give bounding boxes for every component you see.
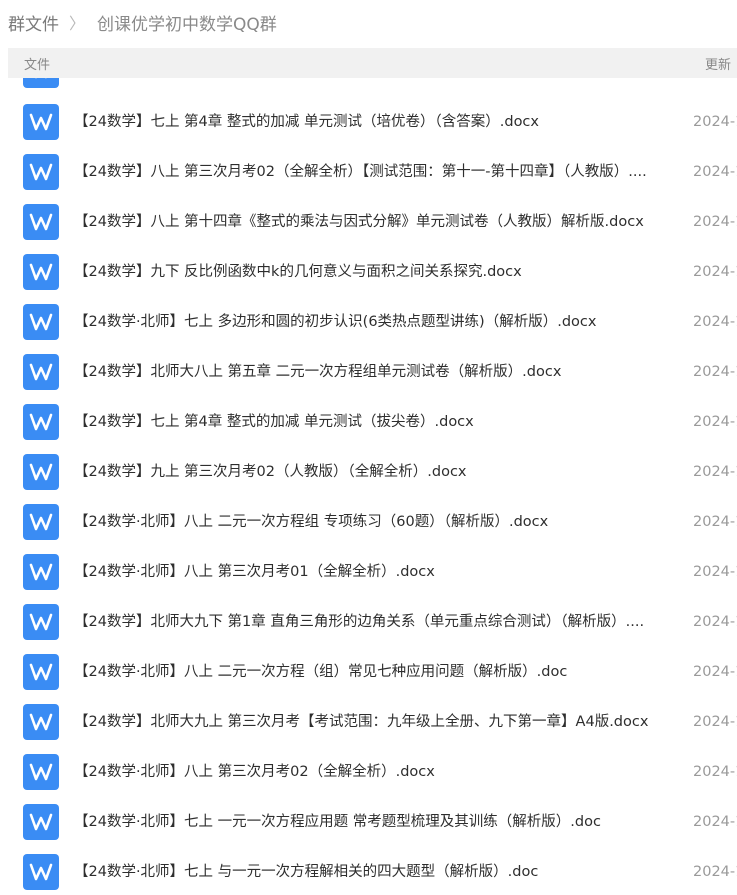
word-document-icon bbox=[23, 754, 59, 790]
word-document-icon bbox=[23, 604, 59, 640]
word-document-icon bbox=[23, 104, 59, 140]
group-files-page: 群文件 〉 创课优学初中数学QQ群 【24数学】七上 第4章 整式的加减 单元测… bbox=[0, 0, 737, 895]
word-document-icon bbox=[23, 304, 59, 340]
file-row[interactable]: 【24数学·北师】七上 一元一次方程应用题 常考题型梳理及其训练（解析版）.do… bbox=[0, 797, 737, 847]
file-name[interactable]: 【24数学·北师】八上 第三次月考01（全解全析）.docx bbox=[74, 562, 674, 582]
file-updated-date: 2024-1 bbox=[693, 214, 737, 230]
file-updated-date: 2024-1 bbox=[693, 464, 737, 480]
file-row[interactable]: 【24数学】七上 第4章 整式的加减 单元测试（拔尖卷）.docx 2024-1 bbox=[0, 397, 737, 447]
file-row[interactable]: 【24数学·北师】八上 二元一次方程（组）常见七种应用问题（解析版）.doc 20… bbox=[0, 647, 737, 697]
file-row[interactable]: 【24数学·北师】七上 与一元一次方程解相关的四大题型（解析版）.doc 2024… bbox=[0, 847, 737, 895]
column-header-file[interactable]: 文件 bbox=[24, 54, 50, 73]
file-name[interactable]: 【24数学】北师大八上 第五章 二元一次方程组单元测试卷（解析版）.docx bbox=[74, 362, 674, 382]
word-document-icon bbox=[23, 804, 59, 840]
word-document-icon bbox=[23, 704, 59, 740]
word-document-icon bbox=[23, 454, 59, 490]
file-name[interactable]: 【24数学】北师大九下 第1章 直角三角形的边角关系（单元重点综合测试）（解析版… bbox=[74, 612, 674, 632]
file-name[interactable]: 【24数学·北师】八上 第三次月考02（全解全析）.docx bbox=[74, 762, 674, 782]
column-header-updated[interactable]: 更新 bbox=[705, 54, 731, 73]
file-updated-date: 2024-1 bbox=[693, 314, 737, 330]
file-updated-date: 2024-1 bbox=[693, 814, 737, 830]
file-updated-date: 2024-1 bbox=[693, 114, 737, 130]
file-updated-date: 2024-1 bbox=[693, 564, 737, 580]
file-updated-date: 2024-1 bbox=[693, 514, 737, 530]
file-updated-date: 2024-1 bbox=[693, 714, 737, 730]
file-updated-date: 2024-1 bbox=[693, 664, 737, 680]
file-row[interactable]: 【24数学】八上 第三次月考02（全解全析）【测试范围：第十一-第十四章】（人教… bbox=[0, 147, 737, 197]
file-row[interactable]: 【24数学·北师】七上 多边形和圆的初步认识(6类热点题型讲练)（解析版）.do… bbox=[0, 297, 737, 347]
word-document-icon bbox=[23, 204, 59, 240]
word-document-icon bbox=[23, 354, 59, 390]
file-name[interactable]: 【24数学】北师大九上 第三次月考【考试范围：九年级上全册、九下第一章】A4版.… bbox=[74, 712, 674, 732]
file-row[interactable]: 【24数学·北师】八上 第三次月考02（全解全析）.docx 2024-1 bbox=[0, 747, 737, 797]
word-document-icon bbox=[23, 154, 59, 190]
file-updated-date: 2024-1 bbox=[693, 364, 737, 380]
file-name[interactable]: 【24数学】七上 第4章 整式的加减 单元测试（拔尖卷）.docx bbox=[74, 412, 674, 432]
word-document-icon bbox=[23, 404, 59, 440]
word-document-icon bbox=[23, 504, 59, 540]
file-updated-date: 2024-1 bbox=[693, 864, 737, 880]
word-document-icon bbox=[23, 654, 59, 690]
file-row[interactable]: 【24数学】九上 第三次月考02（人教版）（全解全析）.docx 2024-1 bbox=[0, 447, 737, 497]
file-row[interactable]: 【24数学·北师】八上 二元一次方程组 专项练习（60题）（解析版）.docx 2… bbox=[0, 497, 737, 547]
file-row[interactable]: 【24数学】北师大九下 第1章 直角三角形的边角关系（单元重点综合测试）（解析版… bbox=[0, 597, 737, 647]
file-name[interactable]: 【24数学·北师】八上 二元一次方程（组）常见七种应用问题（解析版）.doc bbox=[74, 662, 674, 682]
file-updated-date: 2024-1 bbox=[693, 414, 737, 430]
file-name[interactable]: 【24数学·北师】七上 与一元一次方程解相关的四大题型（解析版）.doc bbox=[74, 862, 674, 882]
file-name[interactable]: 【24数学·北师】八上 二元一次方程组 专项练习（60题）（解析版）.docx bbox=[74, 512, 674, 532]
breadcrumb-current: 创课优学初中数学QQ群 bbox=[97, 14, 277, 35]
file-row[interactable]: 【24数学】七上 第4章 整式的加减 单元测试（培优卷）（含答案）.docx 20… bbox=[0, 97, 737, 147]
file-updated-date: 2024-1 bbox=[693, 264, 737, 280]
file-row[interactable]: 【24数学·北师】八上 第三次月考01（全解全析）.docx 2024-1 bbox=[0, 547, 737, 597]
breadcrumb: 群文件 〉 创课优学初中数学QQ群 bbox=[8, 9, 277, 35]
file-name[interactable]: 【24数学】八上 第三次月考02（全解全析）【测试范围：第十一-第十四章】（人教… bbox=[74, 162, 674, 182]
word-document-icon bbox=[23, 254, 59, 290]
file-list[interactable]: 【24数学】七上 第4章 整式的加减 单元测试（培优卷）（含答案）.docx 20… bbox=[0, 70, 737, 895]
breadcrumb-root[interactable]: 群文件 bbox=[8, 10, 59, 35]
file-name[interactable]: 【24数学·北师】七上 多边形和圆的初步认识(6类热点题型讲练)（解析版）.do… bbox=[74, 312, 674, 332]
file-name[interactable]: 【24数学】八上 第十四章《整式的乘法与因式分解》单元测试卷（人教版）解析版.d… bbox=[74, 212, 674, 232]
file-updated-date: 2024-1 bbox=[693, 614, 737, 630]
file-name[interactable]: 【24数学】九上 第三次月考02（人教版）（全解全析）.docx bbox=[74, 462, 674, 482]
file-row[interactable]: 【24数学】北师大九上 第三次月考【考试范围：九年级上全册、九下第一章】A4版.… bbox=[0, 697, 737, 747]
file-updated-date: 2024-1 bbox=[693, 764, 737, 780]
word-document-icon bbox=[23, 854, 59, 890]
word-document-icon bbox=[23, 554, 59, 590]
file-table-header: 文件 更新 bbox=[8, 48, 737, 78]
file-name[interactable]: 【24数学·北师】七上 一元一次方程应用题 常考题型梳理及其训练（解析版）.do… bbox=[74, 812, 674, 832]
file-name[interactable]: 【24数学】七上 第4章 整式的加减 单元测试（培优卷）（含答案）.docx bbox=[74, 112, 674, 132]
file-row[interactable]: 【24数学】九下 反比例函数中k的几何意义与面积之间关系探究.docx 2024-… bbox=[0, 247, 737, 297]
file-row[interactable]: 【24数学】北师大八上 第五章 二元一次方程组单元测试卷（解析版）.docx 20… bbox=[0, 347, 737, 397]
file-row[interactable]: 【24数学】八上 第十四章《整式的乘法与因式分解》单元测试卷（人教版）解析版.d… bbox=[0, 197, 737, 247]
file-name[interactable]: 【24数学】九下 反比例函数中k的几何意义与面积之间关系探究.docx bbox=[74, 262, 674, 282]
breadcrumb-separator-icon: 〉 bbox=[69, 14, 86, 33]
file-updated-date: 2024-1 bbox=[693, 164, 737, 180]
